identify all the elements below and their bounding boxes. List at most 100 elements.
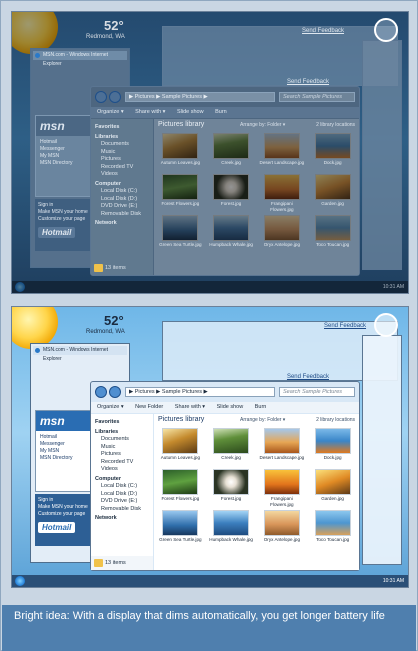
nav-videos[interactable]: Videos <box>95 171 149 179</box>
slide-show-button[interactable]: Slide show <box>177 109 204 115</box>
thumbnail-item[interactable]: Forest.jpg <box>209 174 254 212</box>
start-button-icon[interactable] <box>15 282 25 292</box>
nav-recorded-tv[interactable]: Recorded TV <box>95 459 149 467</box>
thumbnail-item[interactable]: Forest Flowers.jpg <box>158 469 203 507</box>
thumbnail-item[interactable]: Oryx Antelope.jpg <box>260 510 305 548</box>
nav-network[interactable]: Network <box>95 220 149 228</box>
thumbnail-item[interactable]: Desert Landscape.jpg <box>260 133 305 171</box>
nav-removable[interactable]: Removable Disk <box>95 506 149 514</box>
thumbnail-item[interactable]: Forest Flowers.jpg <box>158 174 203 212</box>
back-button-icon[interactable] <box>95 386 107 398</box>
thumbnail-item[interactable]: Garden.jpg <box>310 174 355 212</box>
address-row: ▶ Pictures ▶ Sample Pictures ▶ Search Sa… <box>95 386 355 398</box>
nav-videos[interactable]: Videos <box>95 466 149 474</box>
nav-disk-d[interactable]: Local Disk (D:) <box>95 196 149 204</box>
send-feedback-link[interactable]: Send Feedback <box>302 28 344 34</box>
thumbnail-item[interactable]: Forest.jpg <box>209 469 254 507</box>
search-input[interactable]: Search Sample Pictures <box>279 387 355 397</box>
thumbnail-item[interactable]: Humpback Whale.jpg <box>209 215 254 253</box>
ie-tab[interactable]: MSN.com - Windows Internet Explorer <box>33 346 127 362</box>
start-button-icon[interactable] <box>15 576 25 586</box>
thumbnail-label: Forest.jpg <box>220 201 242 206</box>
taskbar-clock[interactable]: 10:31 AM <box>383 575 404 587</box>
turtle-photo-icon <box>162 510 199 536</box>
nav-disk-d[interactable]: Local Disk (D:) <box>95 491 149 499</box>
address-bar[interactable]: ▶ Pictures ▶ Sample Pictures ▶ <box>125 387 275 397</box>
side-window[interactable] <box>362 40 402 270</box>
thumbnail-item[interactable]: Garden.jpg <box>310 469 355 507</box>
organize-button[interactable]: Organize ▾ <box>97 109 124 115</box>
nav-documents[interactable]: Documents <box>95 436 149 444</box>
nav-disk-c[interactable]: Local Disk (C:) <box>95 188 149 196</box>
thumbnail-item[interactable]: Toco Toucan.jpg <box>310 510 355 548</box>
nav-dvd-e[interactable]: DVD Drive (E:) <box>95 498 149 506</box>
nav-libraries[interactable]: Libraries <box>95 429 149 437</box>
garden-photo-icon <box>314 174 351 200</box>
thumbnail-item[interactable]: Creek.jpg <box>209 428 254 466</box>
nav-favorites[interactable]: Favorites <box>95 419 149 427</box>
send-feedback-link[interactable]: Send Feedback <box>324 323 366 329</box>
thumbnail-item[interactable]: Desert Landscape.jpg <box>260 428 305 466</box>
forward-button-icon[interactable] <box>109 91 121 103</box>
weather-location: Redmond, WA <box>86 34 125 40</box>
file-view: Pictures library Arrange by: Folder ▾ 2 … <box>154 119 359 275</box>
forward-button-icon[interactable] <box>109 386 121 398</box>
thumbnail-item[interactable]: Green Sea Turtle.jpg <box>158 510 203 548</box>
nav-libraries[interactable]: Libraries <box>95 134 149 142</box>
slide-show-button[interactable]: Slide show <box>217 404 244 410</box>
thumbnail-item[interactable]: Dock.jpg <box>310 133 355 171</box>
nav-computer[interactable]: Computer <box>95 476 149 484</box>
taskbar-clock[interactable]: 10:31 AM <box>383 281 404 293</box>
hotmail-logo[interactable]: Hotmail <box>38 227 76 238</box>
nav-pictures[interactable]: Pictures <box>95 451 149 459</box>
nav-favorites[interactable]: Favorites <box>95 124 149 132</box>
share-with-button[interactable]: Share with ▾ <box>175 404 205 410</box>
share-with-button[interactable]: Share with ▾ <box>135 109 165 115</box>
address-row: ▶ Pictures ▶ Sample Pictures ▶ Search Sa… <box>95 91 355 103</box>
explorer-window[interactable]: Send Feedback ▶ Pictures ▶ Sample Pictur… <box>90 79 360 276</box>
weather-temperature: 52° <box>104 313 124 328</box>
thumbnail-label: Green Sea Turtle.jpg <box>159 537 202 542</box>
nav-computer[interactable]: Computer <box>95 181 149 189</box>
thumbnail-item[interactable]: Dock.jpg <box>310 428 355 466</box>
thumbnail-item[interactable]: Frangipani Flowers.jpg <box>260 174 305 212</box>
thumbnail-item[interactable]: Humpback Whale.jpg <box>209 510 254 548</box>
autumn-leaves-photo-icon <box>162 133 199 159</box>
library-locations-link[interactable]: 2 library locations <box>316 417 355 423</box>
explorer-send-feedback[interactable]: Send Feedback <box>287 79 329 85</box>
thumbnail-item[interactable]: Autumn Leaves.jpg <box>158 428 203 466</box>
nav-music[interactable]: Music <box>95 444 149 452</box>
library-locations-link[interactable]: 2 library locations <box>316 122 355 128</box>
nav-recorded-tv[interactable]: Recorded TV <box>95 164 149 172</box>
nav-pictures[interactable]: Pictures <box>95 156 149 164</box>
burn-button[interactable]: Burn <box>215 109 227 115</box>
thumbnail-item[interactable]: Frangipani Flowers.jpg <box>260 469 305 507</box>
nav-dvd-e[interactable]: DVD Drive (E:) <box>95 203 149 211</box>
nav-removable[interactable]: Removable Disk <box>95 211 149 219</box>
thumbnail-item[interactable]: Autumn Leaves.jpg <box>158 133 203 171</box>
explorer-send-feedback[interactable]: Send Feedback <box>287 374 329 380</box>
nav-disk-c[interactable]: Local Disk (C:) <box>95 483 149 491</box>
nav-network[interactable]: Network <box>95 515 149 523</box>
hotmail-logo[interactable]: Hotmail <box>38 522 76 533</box>
thumbnail-item[interactable]: Oryx Antelope.jpg <box>260 215 305 253</box>
address-bar[interactable]: ▶ Pictures ▶ Sample Pictures ▶ <box>125 92 275 102</box>
thumbnail-item[interactable]: Toco Toucan.jpg <box>310 215 355 253</box>
explorer-window[interactable]: Send Feedback ▶ Pictures ▶ Sample Pictur… <box>90 374 360 571</box>
burn-button[interactable]: Burn <box>255 404 267 410</box>
ie-tab[interactable]: MSN.com - Windows Internet Explorer <box>33 51 127 67</box>
organize-button[interactable]: Organize ▾ <box>97 404 124 410</box>
ie-tab-label: MSN.com - Windows Internet Explorer <box>43 52 109 67</box>
search-input[interactable]: Search Sample Pictures <box>279 92 355 102</box>
thumbnail-item[interactable]: Creek.jpg <box>209 133 254 171</box>
thumbnail-item[interactable]: Green Sea Turtle.jpg <box>158 215 203 253</box>
back-button-icon[interactable] <box>95 91 107 103</box>
new-folder-button[interactable]: New Folder <box>135 404 163 410</box>
nav-documents[interactable]: Documents <box>95 141 149 149</box>
arrange-by-dropdown[interactable]: Arrange by: Folder ▾ <box>240 122 285 128</box>
nav-music[interactable]: Music <box>95 149 149 157</box>
thumbnail-label: Garden.jpg <box>321 201 344 206</box>
arrange-by-dropdown[interactable]: Arrange by: Folder ▾ <box>240 417 285 423</box>
ie-icon <box>35 348 40 353</box>
side-window[interactable] <box>362 335 402 565</box>
